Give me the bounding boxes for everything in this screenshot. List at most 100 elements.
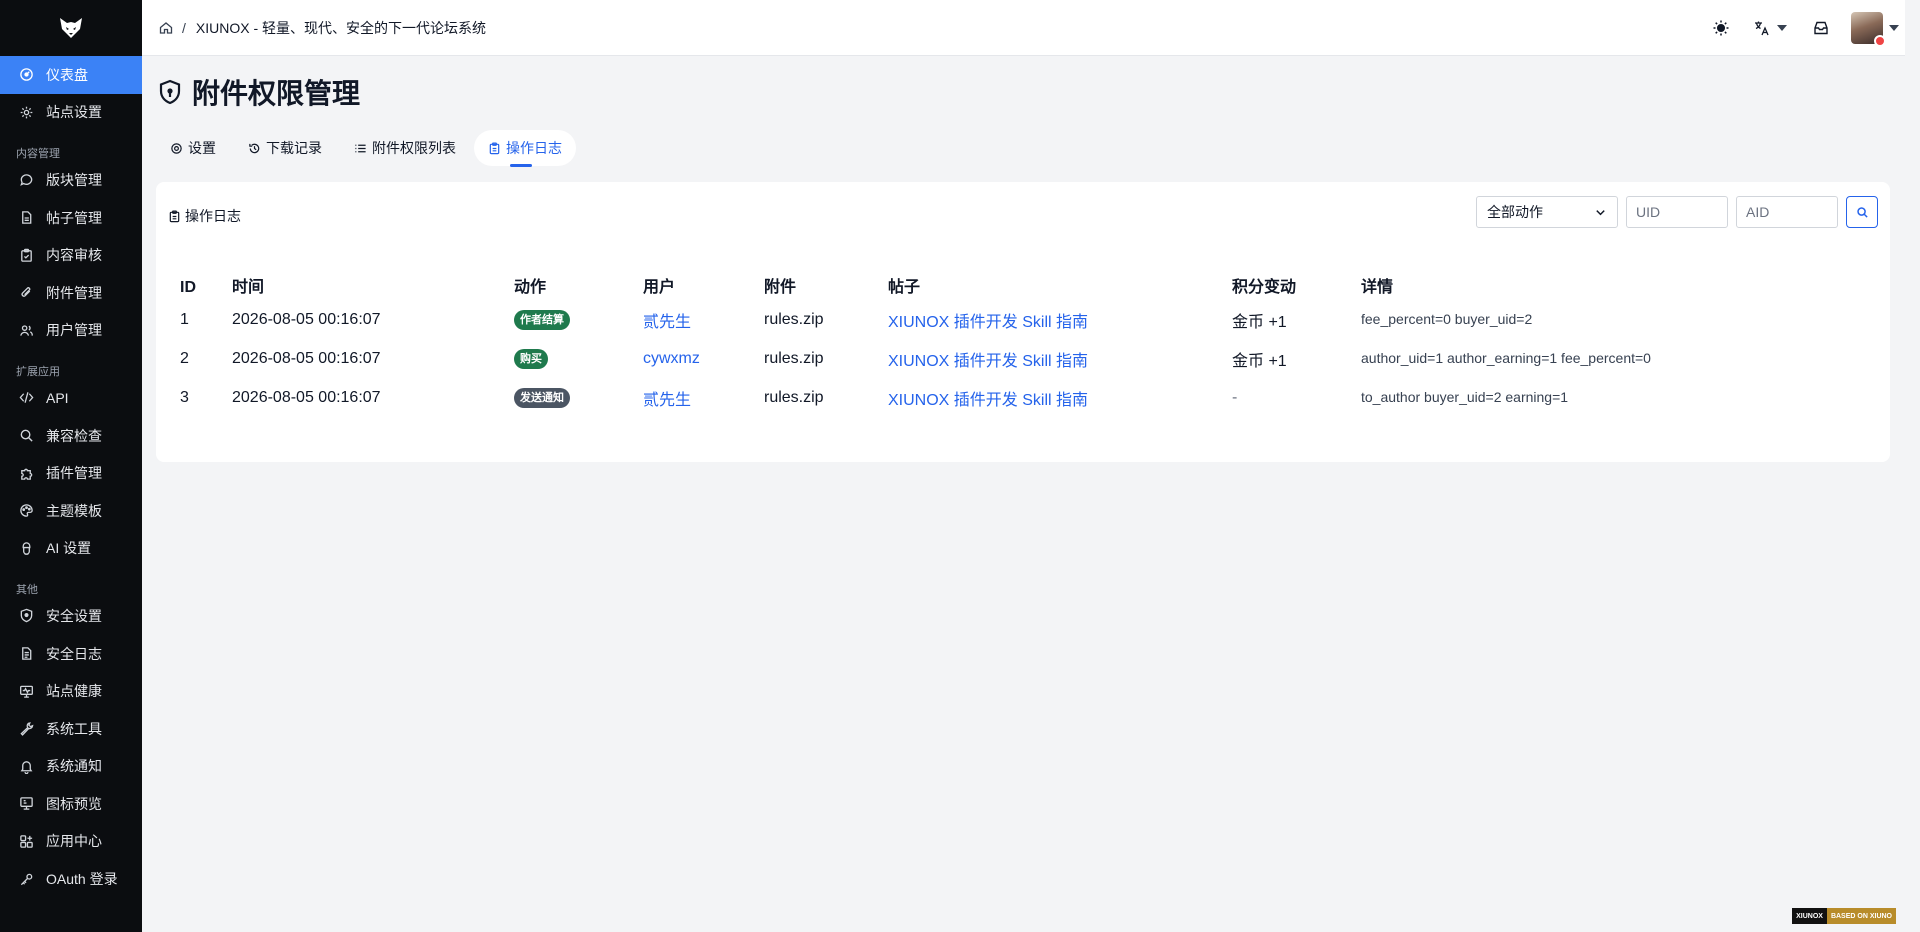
sidebar-item-users[interactable]: 用户管理 (0, 312, 142, 350)
document-icon (18, 210, 34, 226)
sidebar-item-label: 图标预览 (46, 795, 102, 812)
sidebar-item-search[interactable]: 兼容检查 (0, 417, 142, 455)
table-row: 2 2026-08-05 00:16:07 购买 cywxmz rules.zip XIU… (180, 339, 1861, 378)
column-header-id[interactable]: ID (180, 270, 232, 300)
sun-icon (1713, 20, 1729, 35)
cell-id: 2 (180, 339, 232, 378)
sidebar-item-paperclip[interactable]: 附件管理 (0, 274, 142, 312)
cell-points-change-text: 金币 +1 (1232, 313, 1287, 331)
column-header-post[interactable]: 帖子 (888, 270, 1232, 300)
user-menu[interactable] (1851, 11, 1899, 47)
action-badge: 购买 (514, 348, 548, 369)
column-header-details[interactable]: 详情 (1361, 270, 1861, 300)
tab-operation-log[interactable]: 操作日志 (474, 130, 576, 167)
sidebar-item-apps[interactable]: 应用中心 (0, 823, 142, 861)
chevron-down-icon (1777, 24, 1787, 31)
sidebar-item-label: 系统通知 (46, 758, 102, 775)
sidebar-item-grid[interactable]: 图标预览 (0, 785, 142, 823)
cell-points-change-text: 金币 +1 (1232, 352, 1287, 370)
sidebar-item-key[interactable]: OAuth 登录 (0, 860, 142, 898)
column-header-points-change[interactable]: 积分变动 (1232, 270, 1361, 300)
sidebar-item-code[interactable]: API (0, 379, 142, 417)
sidebar-item-shield[interactable]: 安全设置 (0, 597, 142, 635)
sidebar-nav: 仪表盘 站点设置 内容管理 版块管理 帖子管理 内容审核 附件管理 用户管理 扩展应用 API 兼容… (0, 56, 142, 898)
language-switcher[interactable] (1753, 19, 1787, 37)
cell-time: 2026-08-05 00:16:07 (232, 378, 514, 417)
tab-download-records[interactable]: 下载记录 (234, 130, 336, 166)
robot-icon (18, 540, 34, 556)
clipboard-icon (169, 210, 180, 222)
column-header-user[interactable]: 用户 (643, 270, 764, 300)
tab-bar: 设置 下载记录 附件权限列表 操作日志 (156, 130, 576, 167)
sidebar-item-dashboard[interactable]: 仪表盘 (0, 56, 142, 94)
cell-attachment: rules.zip (764, 339, 888, 378)
sidebar-item-document[interactable]: 帖子管理 (0, 199, 142, 237)
column-header-attachment[interactable]: 附件 (764, 270, 888, 300)
tab-attachment-permission-list[interactable]: 附件权限列表 (340, 130, 470, 166)
shield-icon (159, 79, 181, 105)
post-link[interactable]: XIUNOX 插件开发 Skill 指南 (888, 314, 1088, 331)
sidebar-item-label: 主题模板 (46, 502, 102, 519)
shield-icon (18, 608, 34, 624)
sidebar-item-log-document[interactable]: 安全日志 (0, 635, 142, 673)
search-button[interactable] (1846, 196, 1878, 228)
user-link[interactable]: 贰先生 (643, 392, 691, 409)
sidebar-item-chat-bubble[interactable]: 版块管理 (0, 161, 142, 199)
sidebar-item-palette[interactable]: 主题模板 (0, 492, 142, 530)
sidebar-item-clipboard-check[interactable]: 内容审核 (0, 236, 142, 274)
theme-toggle-button[interactable] (1705, 12, 1737, 44)
home-icon[interactable] (158, 20, 174, 36)
cell-user: 贰先生 (643, 300, 764, 339)
sidebar-item-label: 插件管理 (46, 465, 102, 482)
user-link[interactable]: cywxmz (643, 350, 700, 367)
user-link[interactable]: 贰先生 (643, 314, 691, 331)
column-header-action[interactable]: 动作 (514, 270, 643, 300)
uid-input[interactable] (1626, 196, 1728, 228)
clipboard-icon (488, 142, 501, 155)
sidebar-item-label: OAuth 登录 (46, 871, 118, 888)
topbar-actions (1705, 11, 1905, 47)
sidebar-item-bell[interactable]: 系统通知 (0, 748, 142, 786)
tab-settings[interactable]: 设置 (156, 130, 230, 166)
card-title-text: 操作日志 (185, 208, 241, 224)
sidebar-item-gear[interactable]: 站点设置 (0, 94, 142, 132)
cell-points-change-text: - (1232, 388, 1238, 406)
breadcrumb-site-title[interactable]: XIUNOX - 轻量、现代、安全的下一代论坛系统 (196, 18, 486, 38)
main-content: 附件权限管理 设置 下载记录 附件权限列表 操作日志 操作日志 全部动作 UID… (142, 56, 1920, 932)
inbox-icon (1814, 21, 1828, 34)
sidebar-item-monitor-heart[interactable]: 站点健康 (0, 672, 142, 710)
column-header-time[interactable]: 时间 (232, 270, 514, 300)
cell-time-text: 2026-08-05 00:16:07 (232, 349, 381, 367)
translate-icon (1755, 21, 1769, 35)
apps-icon (18, 833, 34, 849)
search-icon (1856, 206, 1868, 218)
sidebar-item-label: 版块管理 (46, 171, 102, 188)
action-filter-value: 全部动作 (1487, 204, 1543, 220)
app-logo[interactable] (0, 0, 142, 56)
sidebar-item-wrench[interactable]: 系统工具 (0, 710, 142, 748)
detail-text: fee_percent=0 buyer_uid=2 (1361, 310, 1533, 327)
aid-input[interactable] (1736, 196, 1838, 228)
avatar (1851, 11, 1886, 47)
key-icon (18, 871, 34, 887)
cell-attachment: rules.zip (764, 300, 888, 339)
action-filter-select[interactable]: 全部动作 (1476, 196, 1618, 228)
sidebar-group-label: 内容管理 (16, 148, 60, 161)
post-link[interactable]: XIUNOX 插件开发 Skill 指南 (888, 392, 1088, 409)
sidebar-item-puzzle[interactable]: 插件管理 (0, 454, 142, 492)
post-link[interactable]: XIUNOX 插件开发 Skill 指南 (888, 353, 1088, 370)
dashboard-icon (18, 67, 34, 83)
sidebar: 仪表盘 站点设置 内容管理 版块管理 帖子管理 内容审核 附件管理 用户管理 扩展应用 API 兼容… (0, 0, 142, 932)
footer-badge-right: BASED ON XIUNO (1826, 908, 1896, 924)
palette-icon (18, 503, 34, 519)
sidebar-item-label: 安全日志 (46, 645, 102, 662)
operation-log-table: ID 时间 动作 用户 附件 帖子 积分变动 详情 1 2026-08-05 00… (180, 270, 1861, 417)
sidebar-item-robot[interactable]: AI 设置 (0, 530, 142, 568)
powered-by-badge[interactable]: XIUNOX BASED ON XIUNO (1792, 908, 1896, 924)
cell-action: 购买 (514, 339, 643, 378)
cell-action: 作者结算 (514, 300, 643, 339)
breadcrumb-separator: / (182, 19, 186, 36)
cell-id-text: 2 (180, 349, 189, 367)
cell-post: XIUNOX 插件开发 Skill 指南 (888, 300, 1232, 339)
inbox-button[interactable] (1805, 12, 1837, 44)
